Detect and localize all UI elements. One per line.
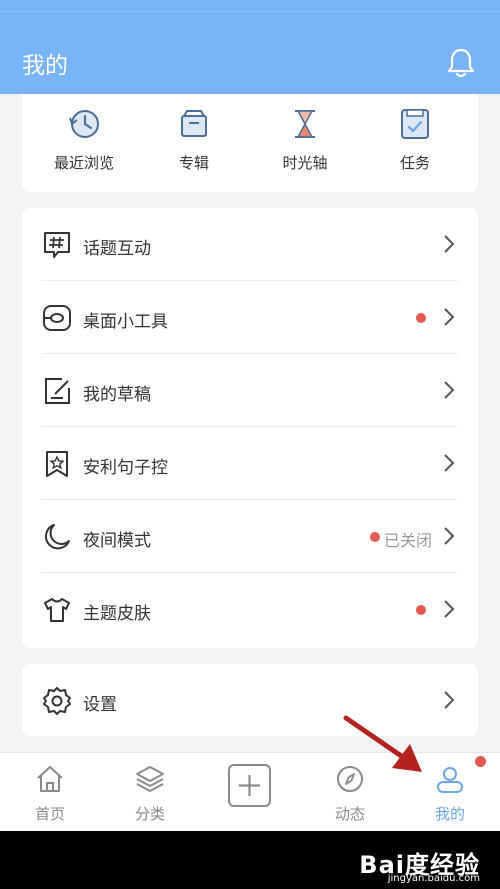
- watermark-url: jingyan.baidu.com: [387, 873, 480, 884]
- draft-edit-icon: [45, 378, 70, 404]
- quick-item-task[interactable]: 任务: [365, 102, 465, 173]
- hashtag-chat-icon: [44, 232, 70, 258]
- tab-label: 首页: [34, 805, 65, 823]
- menu-card: 话题互动 桌面小工具 我的草稿 安利句子控 夜间模式 已关闭 主题皮肤: [22, 208, 478, 648]
- chevron-right-icon: [444, 308, 455, 326]
- menu-label: 话题互动: [83, 239, 151, 259]
- menu-label: 桌面小工具: [83, 312, 168, 332]
- tab-label: 分类: [134, 805, 165, 823]
- menu-label: 我的草稿: [83, 385, 151, 405]
- chevron-right-icon: [444, 381, 455, 399]
- moon-icon: [44, 524, 70, 550]
- notification-dot: [416, 605, 426, 615]
- chevron-right-icon: [444, 691, 455, 709]
- status-bar: [0, 0, 500, 12]
- tab-category[interactable]: 分类: [110, 763, 190, 824]
- plus-icon: [239, 775, 260, 796]
- quick-label: 时光轴: [282, 154, 328, 172]
- quick-label: 任务: [399, 154, 430, 172]
- quick-label: 专辑: [178, 154, 209, 172]
- footer-watermark-bar: Bai度经验 jingyan.baidu.com: [0, 831, 500, 889]
- chevron-right-icon: [444, 235, 455, 253]
- tab-home[interactable]: 首页: [10, 763, 90, 824]
- bell-icon[interactable]: [444, 46, 478, 80]
- chevron-right-icon: [444, 527, 455, 545]
- night-mode-status: 已关闭: [383, 531, 432, 550]
- shirt-icon: [44, 598, 70, 622]
- notification-dot: [475, 756, 486, 767]
- top-header: 我的: [0, 0, 500, 94]
- quick-actions-card: 最近浏览 专辑 时光轴 任务: [22, 94, 478, 192]
- menu-item-night-mode[interactable]: 夜间模式 已关闭: [42, 500, 458, 573]
- menu-item-topic[interactable]: 话题互动: [42, 208, 458, 281]
- hourglass-icon: [295, 110, 315, 138]
- menu-label: 主题皮肤: [83, 604, 151, 624]
- tab-label: 动态: [334, 805, 365, 823]
- notification-dot: [370, 532, 380, 542]
- annotation-arrow-icon: [343, 715, 422, 772]
- menu-label: 安利句子控: [83, 458, 168, 478]
- menu-label: 设置: [83, 695, 117, 715]
- quick-item-timeline[interactable]: 时光轴: [255, 102, 355, 173]
- task-checklist-icon: [401, 109, 429, 139]
- home-icon: [37, 766, 63, 792]
- menu-label: 夜间模式: [83, 531, 151, 551]
- quick-item-recent[interactable]: 最近浏览: [34, 102, 134, 173]
- quick-item-album[interactable]: 专辑: [144, 102, 244, 173]
- tab-label: 我的: [434, 805, 465, 823]
- widget-icon: [43, 305, 71, 331]
- menu-item-recommend[interactable]: 安利句子控: [42, 427, 458, 500]
- page-title: 我的: [22, 53, 68, 79]
- add-post-button[interactable]: [228, 764, 271, 807]
- gear-icon: [43, 687, 71, 715]
- chevron-right-icon: [444, 454, 455, 472]
- menu-item-widget[interactable]: 桌面小工具: [42, 281, 458, 354]
- user-icon: [437, 767, 463, 793]
- menu-item-theme[interactable]: 主题皮肤: [42, 573, 458, 646]
- star-bookmark-icon: [46, 451, 68, 477]
- quick-label: 最近浏览: [53, 154, 114, 172]
- chevron-right-icon: [444, 600, 455, 618]
- album-box-icon: [181, 110, 207, 137]
- notification-dot: [416, 313, 426, 323]
- history-clock-icon: [69, 110, 99, 138]
- menu-item-drafts[interactable]: 我的草稿: [42, 354, 458, 427]
- layers-icon: [136, 766, 164, 792]
